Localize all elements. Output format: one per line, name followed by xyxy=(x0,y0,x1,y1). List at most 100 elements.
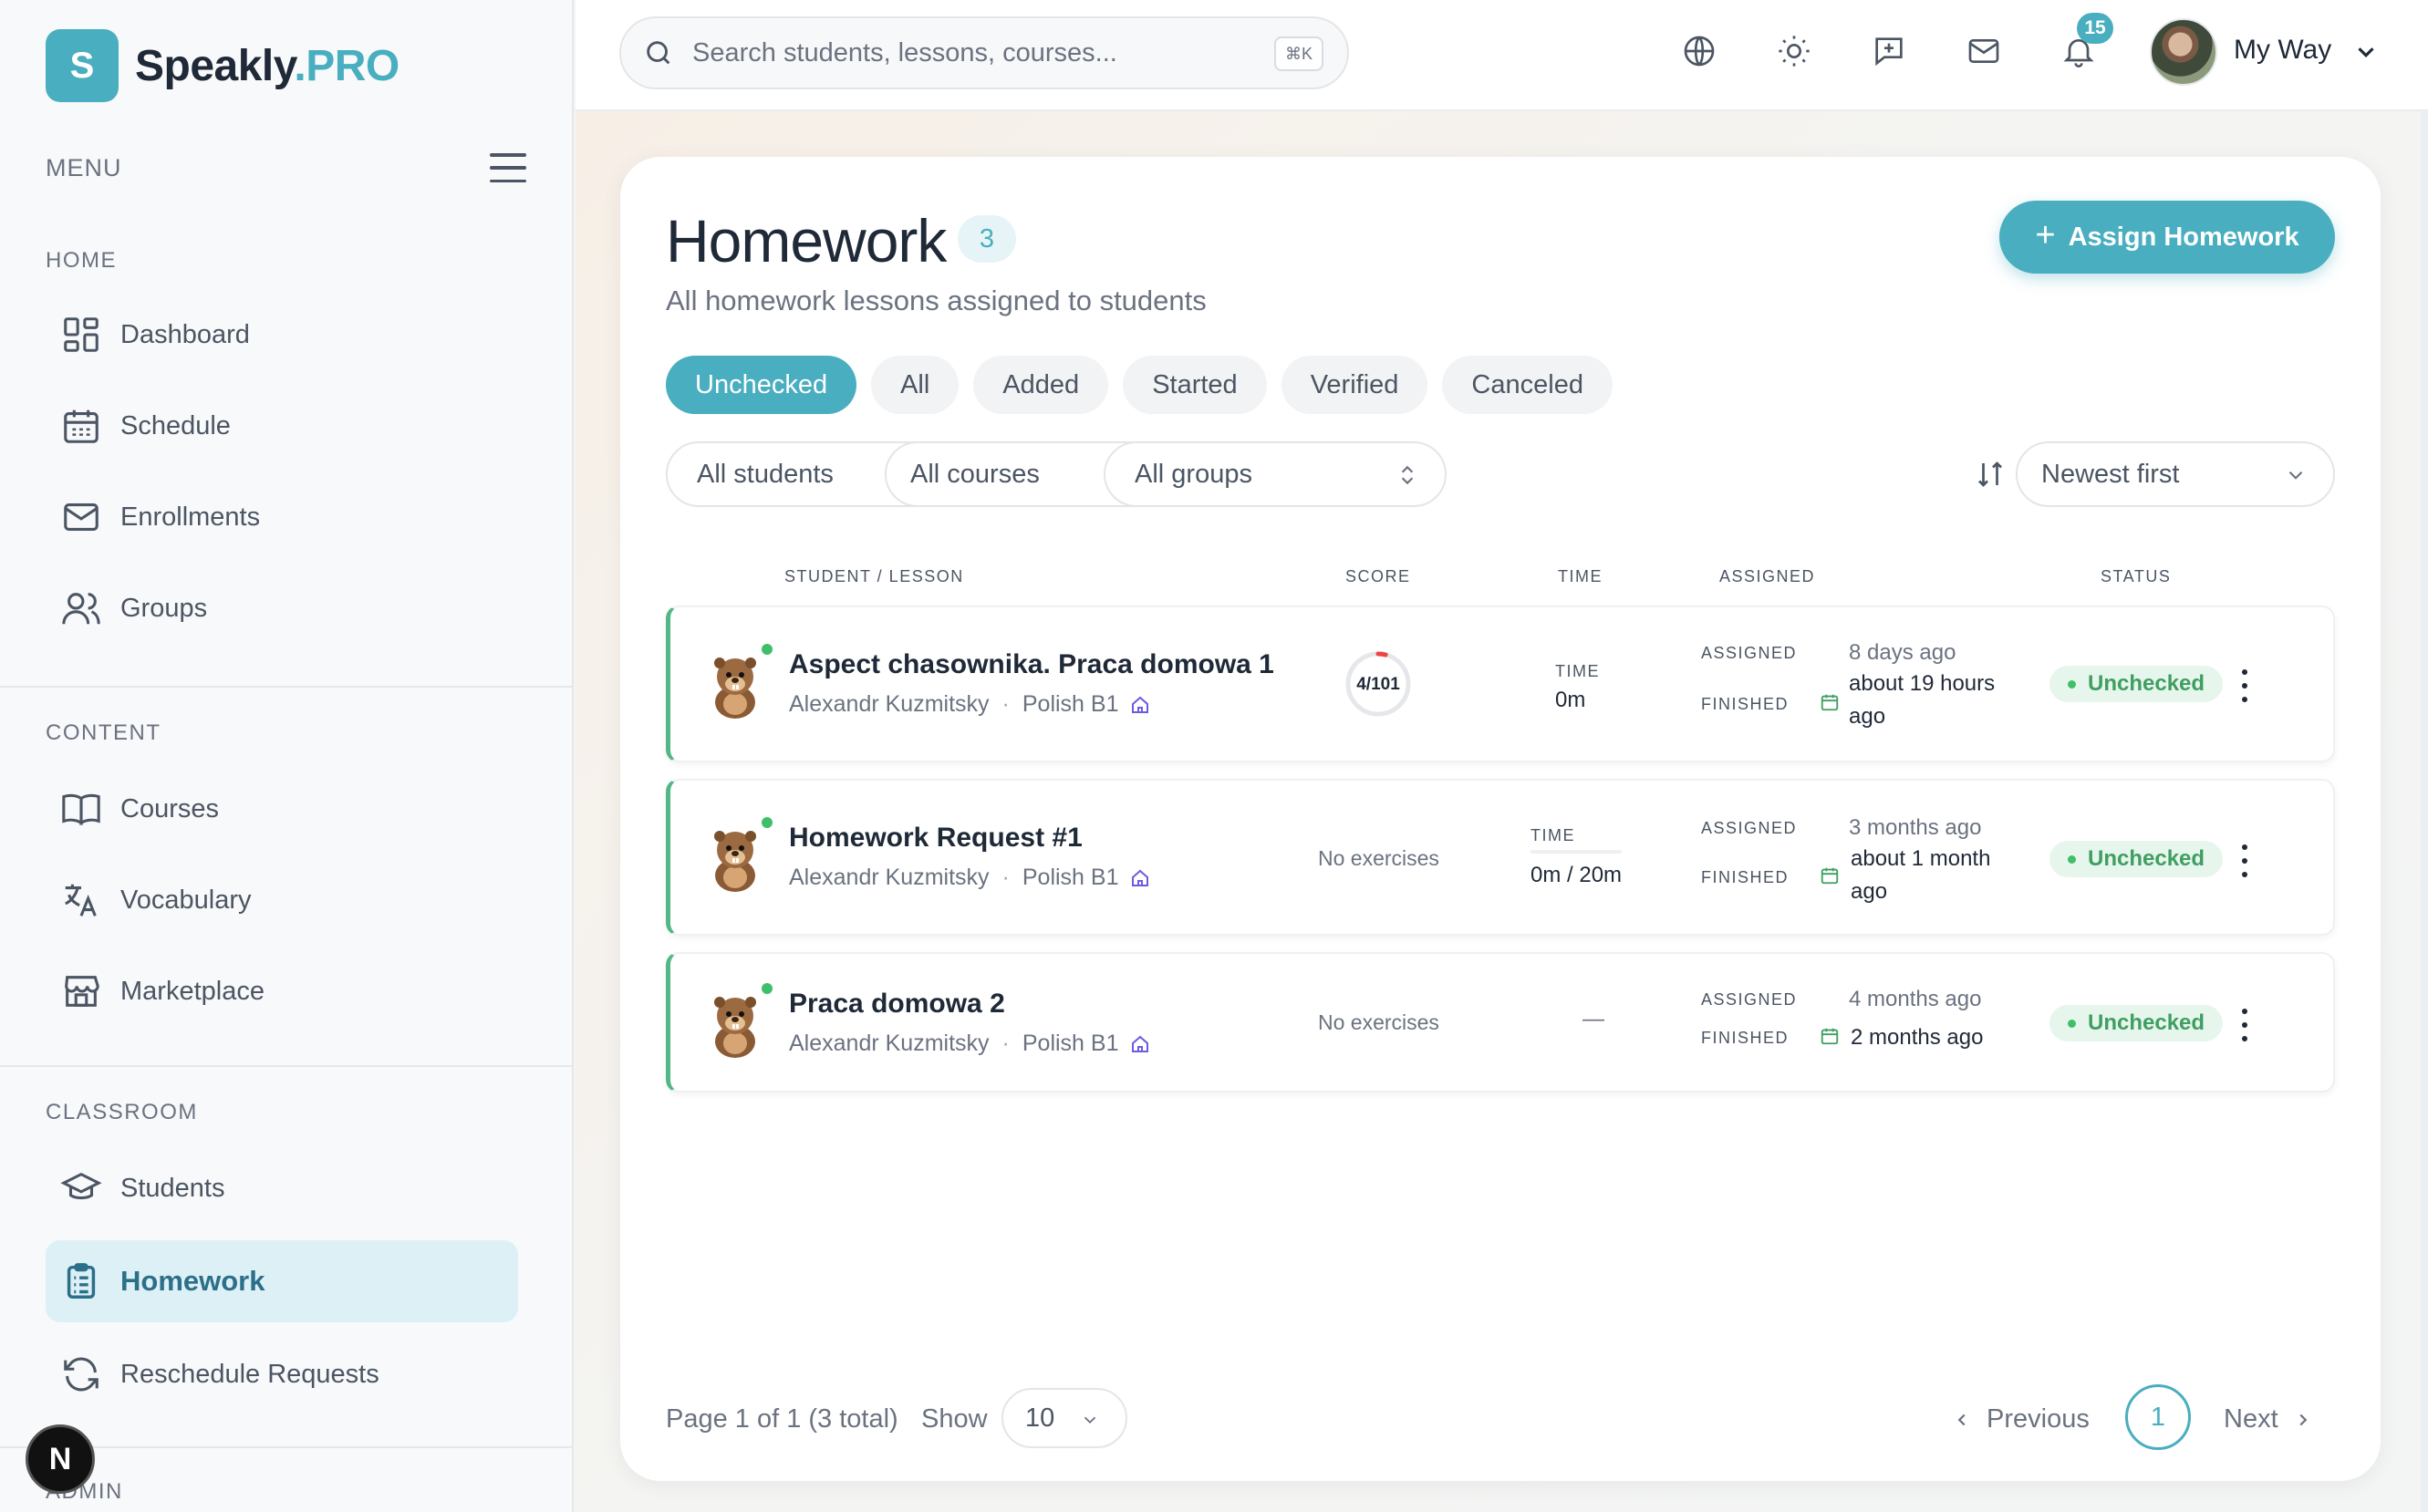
sidebar-item-homework[interactable]: Homework xyxy=(46,1240,518,1322)
user-avatar[interactable] xyxy=(2150,18,2217,86)
online-status-dot xyxy=(762,983,773,994)
previous-page-button[interactable]: Previous xyxy=(1952,1404,2090,1434)
theme-toggle-button[interactable] xyxy=(1776,33,1812,69)
status-tabs: Unchecked All Added Started Verified Can… xyxy=(666,356,1613,414)
finished-value: about 1 month ago xyxy=(1851,846,1991,904)
page-scrollbar[interactable] xyxy=(2421,111,2428,1512)
row-actions-menu-icon[interactable] xyxy=(2236,1009,2254,1041)
page-size-label: Show xyxy=(921,1404,988,1434)
groups-filter[interactable]: All groups xyxy=(1104,441,1447,507)
sun-icon xyxy=(1779,36,1810,67)
online-status-dot xyxy=(762,644,773,655)
score-value: No exercises xyxy=(1318,1010,1439,1034)
student-name[interactable]: Alexandr Kuzmitsky xyxy=(789,865,990,891)
assign-homework-button[interactable]: + Assign Homework xyxy=(1999,201,2335,274)
time-value: 0m xyxy=(1555,688,1586,712)
hamburger-menu-icon[interactable] xyxy=(490,153,526,182)
tab-added[interactable]: Added xyxy=(973,356,1109,414)
search-placeholder: Search students, lessons, courses... xyxy=(692,37,1117,67)
tab-unchecked[interactable]: Unchecked xyxy=(666,356,857,414)
course-name[interactable]: Polish B1 xyxy=(1022,865,1119,891)
sidebar-item-reschedule-requests[interactable]: Reschedule Requests xyxy=(46,1333,518,1415)
sort-select[interactable]: Newest first xyxy=(2016,441,2335,507)
time-value: — xyxy=(1582,1007,1604,1031)
homework-card: Homework 3 All homework lessons assigned… xyxy=(620,157,2381,1481)
homework-count-badge: 3 xyxy=(958,215,1016,263)
row-actions-menu-icon[interactable] xyxy=(2236,669,2254,702)
student-name[interactable]: Alexandr Kuzmitsky xyxy=(789,691,990,718)
score-value: 4/101 xyxy=(1356,675,1400,694)
sidebar-item-label: Courses xyxy=(120,793,219,823)
table-row[interactable]: Homework Request #1 Alexandr Kuzmitsky · … xyxy=(666,779,2335,936)
sidebar-item-courses[interactable]: Courses xyxy=(46,768,518,850)
chevron-down-icon[interactable] xyxy=(2352,38,2380,66)
tab-started[interactable]: Started xyxy=(1123,356,1267,414)
menu-header: MENU xyxy=(46,146,526,190)
status-badge: Unchecked xyxy=(2049,841,2224,877)
assigned-label: ASSIGNED xyxy=(1701,644,1798,662)
search-icon xyxy=(647,41,670,65)
sidebar-item-vocabulary[interactable]: Vocabulary xyxy=(46,859,518,941)
chevron-up-down-icon xyxy=(1401,465,1414,485)
previous-label: Previous xyxy=(1987,1404,2090,1434)
search-input[interactable]: Search students, lessons, courses... ⌘K xyxy=(619,16,1349,89)
sidebar-item-label: Dashboard xyxy=(120,319,250,349)
lesson-title[interactable]: Homework Request #1 xyxy=(789,823,1083,854)
calendar-icon xyxy=(1821,1028,1839,1045)
sidebar-item-dashboard[interactable]: Dashboard xyxy=(46,294,518,376)
sidebar-item-label: Vocabulary xyxy=(120,885,252,915)
menu-label: MENU xyxy=(46,153,122,181)
calendar-icon xyxy=(1821,694,1839,711)
logo-badge: S xyxy=(46,29,119,102)
assigned-value: 8 days ago xyxy=(1849,640,1956,665)
sidebar-item-schedule[interactable]: Schedule xyxy=(46,385,518,467)
user-name[interactable]: My Way xyxy=(2234,35,2331,66)
score-value: No exercises xyxy=(1318,846,1439,870)
sidebar: S Speakly.PRO MENU HOME Dashboard Schedu… xyxy=(0,0,574,1512)
brand-logo[interactable]: S Speakly.PRO xyxy=(46,29,399,102)
student-name[interactable]: Alexandr Kuzmitsky xyxy=(789,1030,990,1057)
home-icon xyxy=(1132,696,1149,713)
section-title-content: CONTENT xyxy=(46,720,161,745)
sidebar-item-label: Homework xyxy=(120,1265,265,1297)
lesson-meta: Alexandr Kuzmitsky · Polish B1 xyxy=(789,865,1151,891)
page-size-select[interactable]: 10 xyxy=(1001,1388,1127,1448)
tab-all[interactable]: All xyxy=(871,356,960,414)
feedback-button[interactable] xyxy=(1871,33,1907,69)
assigned-value: 3 months ago xyxy=(1849,815,1982,840)
beaver-avatar-icon xyxy=(714,658,756,719)
tab-verified[interactable]: Verified xyxy=(1281,356,1428,414)
sidebar-item-students[interactable]: Students xyxy=(46,1147,518,1229)
messages-button[interactable] xyxy=(1966,33,2002,69)
lesson-meta: Alexandr Kuzmitsky · Polish B1 xyxy=(789,691,1151,718)
mail-icon xyxy=(1968,39,1999,63)
sidebar-item-label: Reschedule Requests xyxy=(120,1359,379,1389)
language-button[interactable] xyxy=(1681,33,1717,69)
table-row[interactable]: Praca domowa 2 Alexandr Kuzmitsky · Polis… xyxy=(666,952,2335,1093)
sort-select-value: Newest first xyxy=(2041,459,2180,489)
store-icon xyxy=(65,976,99,1007)
sort-icon[interactable] xyxy=(1974,458,2007,491)
lesson-title[interactable]: Praca domowa 2 xyxy=(789,989,1005,1020)
lesson-title[interactable]: Aspect chasownika. Praca domowa 1 xyxy=(789,649,1274,680)
lesson-meta: Alexandr Kuzmitsky · Polish B1 xyxy=(789,1030,1151,1057)
next-label: Next xyxy=(2224,1404,2278,1434)
column-header-status: STATUS xyxy=(2101,567,2172,585)
floating-n-button[interactable]: N xyxy=(26,1424,95,1494)
graduation-cap-icon xyxy=(60,1172,102,1200)
time-label: TIME xyxy=(1530,826,1575,844)
sidebar-item-marketplace[interactable]: Marketplace xyxy=(46,950,518,1032)
column-header-score: SCORE xyxy=(1345,567,1411,585)
table-row[interactable]: Aspect chasownika. Praca domowa 1 Alexan… xyxy=(666,606,2335,762)
course-name[interactable]: Polish B1 xyxy=(1022,691,1119,718)
sidebar-item-groups[interactable]: Groups xyxy=(46,567,518,649)
page-number-button[interactable]: 1 xyxy=(2125,1384,2191,1450)
next-page-button[interactable]: Next xyxy=(2224,1404,2313,1434)
calendar-icon xyxy=(1821,867,1839,885)
section-title-classroom: CLASSROOM xyxy=(46,1100,198,1124)
online-status-dot xyxy=(762,817,773,828)
tab-canceled[interactable]: Canceled xyxy=(1442,356,1613,414)
course-name[interactable]: Polish B1 xyxy=(1022,1030,1119,1057)
row-actions-menu-icon[interactable] xyxy=(2236,844,2254,877)
sidebar-item-enrollments[interactable]: Enrollments xyxy=(46,476,518,558)
